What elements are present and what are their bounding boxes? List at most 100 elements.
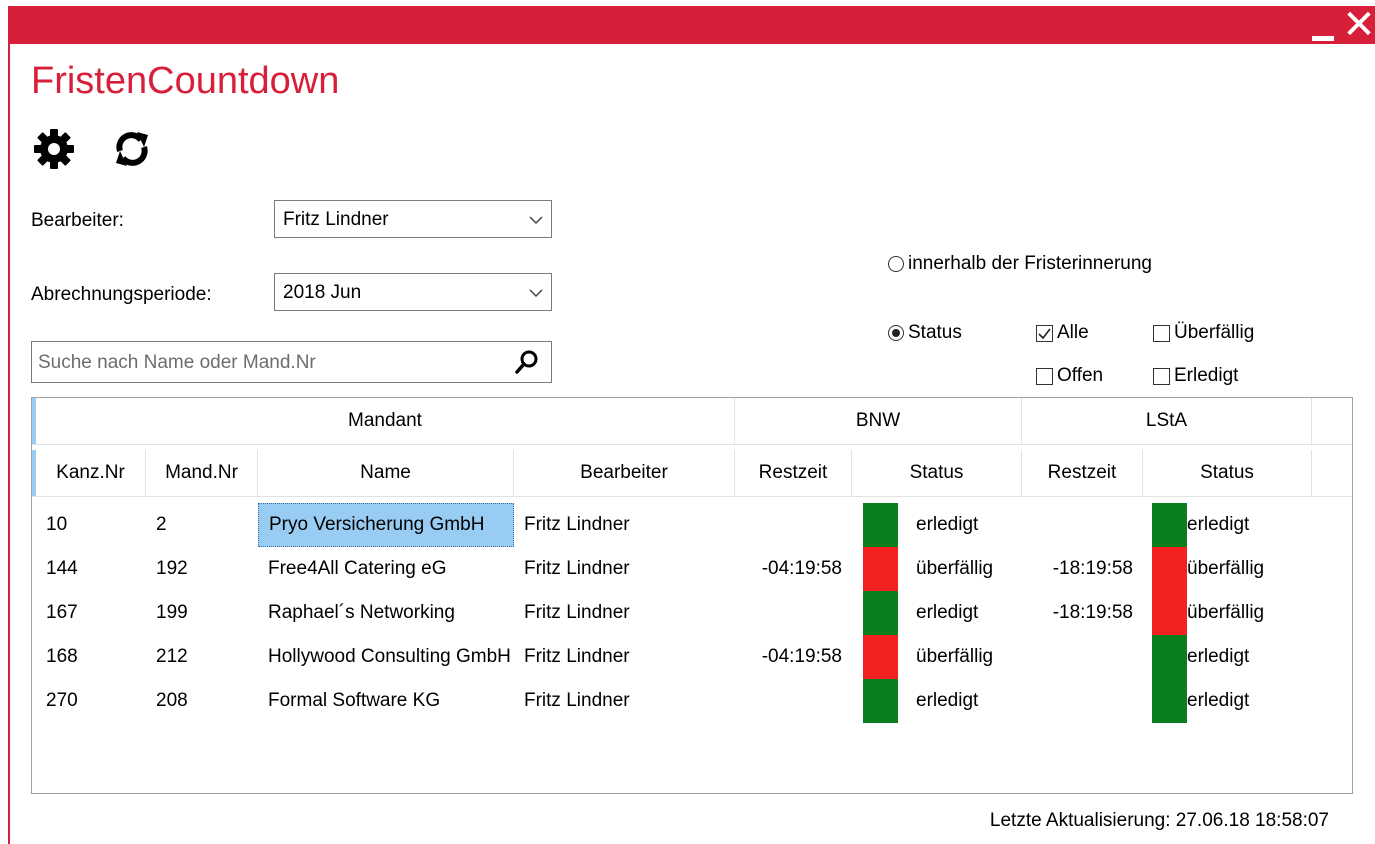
checkbox[interactable] <box>1153 367 1170 385</box>
minimize-button[interactable] <box>1306 6 1340 44</box>
checkbox-ueberfaellig[interactable]: Überfällig <box>1153 322 1254 344</box>
cell-bnw-restzeit[interactable]: -04:19:58 <box>735 547 852 591</box>
chevron-down-icon <box>529 216 543 225</box>
table-row[interactable]: 270 208 Formal Software KG Fritz Lindner erl… <box>32 679 1352 723</box>
group-header-lsta: LStA <box>1022 398 1312 444</box>
checkbox-offen[interactable]: Offen <box>1036 365 1103 387</box>
radio-status[interactable]: Status <box>888 322 962 344</box>
cell-mand-nr[interactable]: 192 <box>146 547 258 591</box>
column-header-bearbeiter[interactable]: Bearbeiter <box>514 450 735 496</box>
checkbox-alle-label: Alle <box>1057 322 1089 343</box>
cell-kanz-nr[interactable]: 168 <box>36 635 146 679</box>
cell-bnw-status-indicator <box>863 503 898 547</box>
bearbeiter-select-value: Fritz Lindner <box>283 209 389 230</box>
cell-bnw-status[interactable]: erledigt <box>916 591 978 635</box>
periode-label: Abrechnungsperiode: <box>31 284 212 305</box>
column-header-bnw-status[interactable]: Status <box>852 450 1022 496</box>
cell-lsta-status[interactable]: überfällig <box>1187 591 1264 635</box>
cell-lsta-restzeit[interactable] <box>1022 679 1143 723</box>
cell-mand-nr[interactable]: 199 <box>146 591 258 635</box>
cell-name[interactable]: Hollywood Consulting GmbH <box>258 635 514 679</box>
cell-bearbeiter[interactable]: Fritz Lindner <box>514 635 735 679</box>
cell-mand-nr[interactable]: 2 <box>146 503 258 547</box>
cell-name[interactable]: Free4All Catering eG <box>258 547 514 591</box>
cell-bearbeiter[interactable]: Fritz Lindner <box>514 679 735 723</box>
radio-innerhalb-label: innerhalb der Fristerinnerung <box>908 253 1152 274</box>
search-input[interactable] <box>36 346 510 380</box>
column-header-bnw-restzeit[interactable]: Restzeit <box>735 450 852 496</box>
cell-bnw-restzeit[interactable]: -04:19:58 <box>735 635 852 679</box>
checkbox-offen-label: Offen <box>1057 365 1104 386</box>
cell-bnw-status-indicator <box>863 591 898 635</box>
cell-kanz-nr[interactable]: 144 <box>36 547 146 591</box>
fristen-table[interactable]: Mandant BNW LStA Kanz.Nr Mand.Nr Name Be… <box>31 397 1353 794</box>
cell-lsta-status[interactable]: überfällig <box>1187 547 1264 591</box>
cell-bnw-status-indicator <box>863 635 898 679</box>
radio-innerhalb[interactable]: innerhalb der Fristerinnerung <box>888 253 1152 275</box>
column-header-lsta-restzeit[interactable]: Restzeit <box>1022 450 1143 496</box>
title-bar[interactable]: ✕ <box>8 5 1375 45</box>
window-frame <box>8 44 10 844</box>
cell-name[interactable]: Raphael´s Networking <box>258 591 514 635</box>
checkbox[interactable] <box>1036 367 1053 385</box>
cell-lsta-restzeit[interactable]: -18:19:58 <box>1022 547 1143 591</box>
column-header-mand[interactable]: Mand.Nr <box>146 450 258 496</box>
close-button[interactable]: ✕ <box>1342 5 1375 45</box>
table-row[interactable]: 144 192 Free4All Catering eG Fritz Lindner -… <box>32 547 1352 591</box>
cell-bnw-status[interactable]: überfällig <box>916 635 993 679</box>
checkbox-erledigt-label: Erledigt <box>1174 365 1239 386</box>
cell-mand-nr[interactable]: 208 <box>146 679 258 723</box>
cell-bnw-status-indicator <box>863 679 898 723</box>
cell-bearbeiter[interactable]: Fritz Lindner <box>514 591 735 635</box>
refresh-icon[interactable] <box>108 125 156 173</box>
cell-bnw-status-indicator <box>863 547 898 591</box>
cell-lsta-status-indicator <box>1152 591 1187 635</box>
cell-mand-nr[interactable]: 212 <box>146 635 258 679</box>
checkbox[interactable] <box>1153 324 1170 342</box>
checkbox[interactable] <box>1036 324 1053 342</box>
cell-lsta-restzeit[interactable]: -18:19:58 <box>1022 591 1143 635</box>
cell-lsta-restzeit[interactable] <box>1022 503 1143 547</box>
last-update-status: Letzte Aktualisierung: 27.06.18 18:58:07 <box>989 810 1329 831</box>
app-title: FristenCountdown <box>31 60 340 102</box>
cell-bnw-status[interactable]: erledigt <box>916 503 978 547</box>
cell-lsta-status[interactable]: erledigt <box>1187 635 1249 679</box>
checkbox-erledigt[interactable]: Erledigt <box>1153 365 1238 387</box>
search-box[interactable] <box>31 341 552 383</box>
column-header-kanz[interactable]: Kanz.Nr <box>36 450 146 496</box>
cell-kanz-nr[interactable]: 167 <box>36 591 146 635</box>
cell-bearbeiter[interactable]: Fritz Lindner <box>514 547 735 591</box>
periode-select[interactable]: 2018 Jun <box>274 273 552 311</box>
table-row[interactable]: 10 2 Pryo Versicherung GmbH Fritz Lindner er… <box>32 503 1352 547</box>
cell-bnw-status[interactable]: überfällig <box>916 547 993 591</box>
cell-bnw-restzeit[interactable] <box>735 679 852 723</box>
cell-lsta-status[interactable]: erledigt <box>1187 679 1249 723</box>
gear-icon[interactable] <box>30 125 78 173</box>
column-header-lsta-status[interactable]: Status <box>1143 450 1312 496</box>
cell-bnw-restzeit[interactable] <box>735 503 852 547</box>
cell-lsta-restzeit[interactable] <box>1022 635 1143 679</box>
cell-lsta-status[interactable]: erledigt <box>1187 503 1249 547</box>
cell-bnw-restzeit[interactable] <box>735 591 852 635</box>
cell-bnw-status[interactable]: erledigt <box>916 679 978 723</box>
chevron-down-icon <box>529 289 543 298</box>
cell-name[interactable]: Formal Software KG <box>258 679 514 723</box>
cell-kanz-nr[interactable]: 270 <box>36 679 146 723</box>
radio-button[interactable] <box>888 325 904 341</box>
radio-button[interactable] <box>888 256 904 272</box>
bearbeiter-label: Bearbeiter: <box>31 210 124 231</box>
cell-bearbeiter[interactable]: Fritz Lindner <box>514 503 735 547</box>
bearbeiter-select[interactable]: Fritz Lindner <box>274 200 552 238</box>
column-header-name[interactable]: Name <box>258 450 514 496</box>
search-icon[interactable] <box>513 348 541 376</box>
group-header-mandant: Mandant <box>36 398 735 444</box>
table-row[interactable]: 167 199 Raphael´s Networking Fritz Lindner -… <box>32 591 1352 635</box>
table-row[interactable]: 168 212 Hollywood Consulting GmbH Fritz Lin… <box>32 635 1352 679</box>
radio-status-label: Status <box>908 322 962 343</box>
header-divider <box>32 496 1352 497</box>
cell-name[interactable]: Pryo Versicherung GmbH <box>258 503 514 547</box>
checkbox-alle[interactable]: Alle <box>1036 322 1089 344</box>
table-column-header: Kanz.Nr Mand.Nr Name Bearbeiter Restzeit… <box>32 450 1352 496</box>
group-header-bnw: BNW <box>735 398 1022 444</box>
cell-kanz-nr[interactable]: 10 <box>36 503 146 547</box>
